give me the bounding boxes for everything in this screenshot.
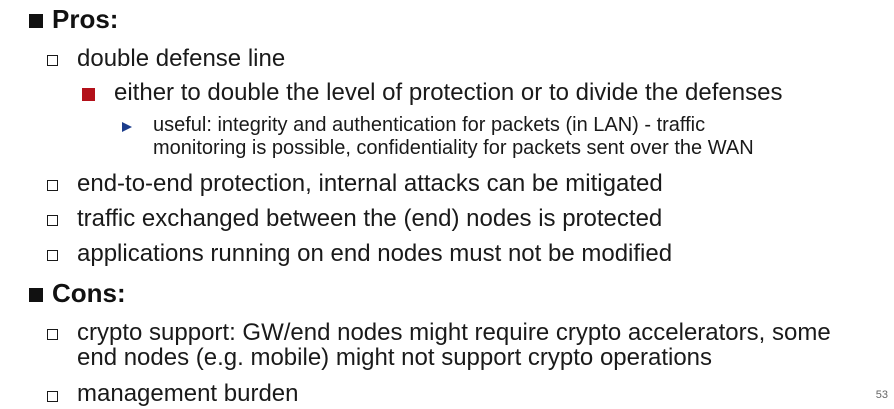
pros-heading: Pros: [52, 4, 119, 34]
bullet-text: traffic exchanged between the (end) node… [77, 205, 663, 232]
bullet-text: useful: integrity and authentication for… [153, 114, 706, 136]
bullet-text: end-to-end protection, internal attacks … [77, 170, 663, 197]
bullet-text-continuation: end nodes (e.g. mobile) might not suppor… [77, 344, 713, 371]
page-number: 53 [875, 389, 888, 401]
bullet-text: crypto support: GW/end nodes might requi… [77, 319, 831, 346]
hollow-square-bullet-icon [47, 215, 58, 226]
bullet-text: management burden [77, 380, 299, 407]
bullet-text: applications running on end nodes must n… [77, 240, 673, 267]
cons-heading: Cons: [52, 278, 126, 308]
triangle-bullet-icon [122, 122, 132, 132]
hollow-square-bullet-icon [47, 391, 58, 402]
bullet-text-continuation: monitoring is possible, confidentiality … [153, 137, 754, 159]
section-bullet-icon [29, 14, 43, 28]
bullet-text: either to double the level of protection… [114, 79, 783, 106]
section-bullet-icon [29, 288, 43, 302]
hollow-square-bullet-icon [47, 250, 58, 261]
hollow-square-bullet-icon [47, 329, 58, 340]
hollow-square-bullet-icon [47, 180, 58, 191]
hollow-square-bullet-icon [47, 55, 58, 66]
bullet-text: double defense line [77, 45, 286, 72]
red-square-bullet-icon [82, 88, 95, 101]
